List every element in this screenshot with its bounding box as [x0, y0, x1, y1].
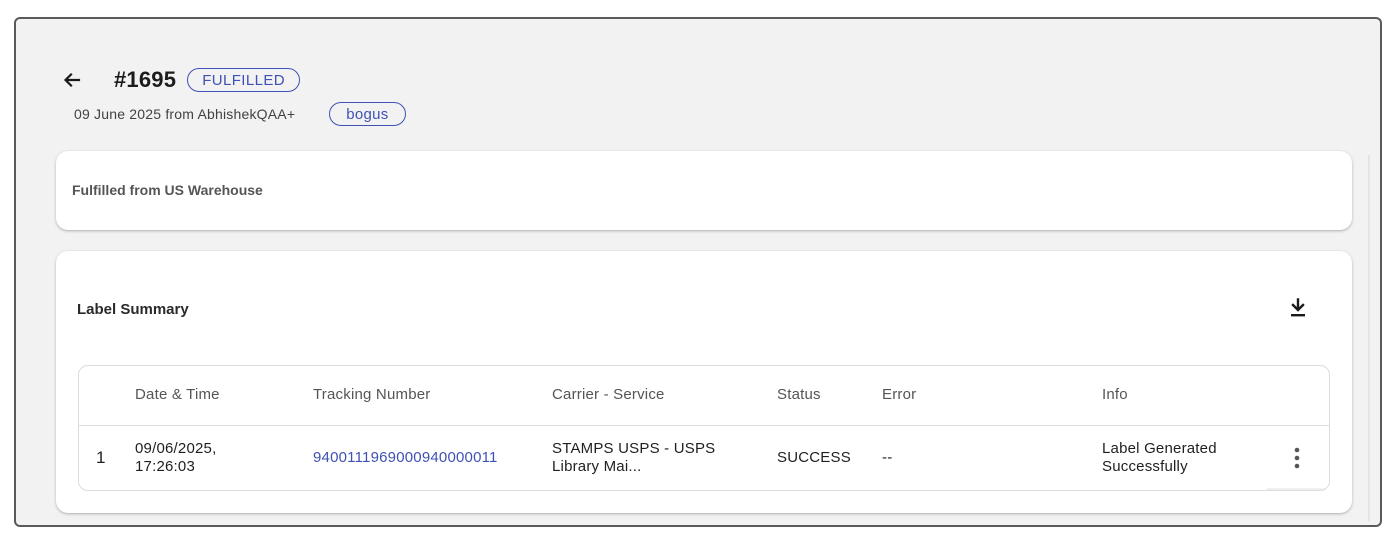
order-detail-window: #1695 FULFILLED 09 June 2025 from Abhish… [14, 17, 1382, 527]
row-time: 17:26:03 [135, 458, 195, 475]
download-button[interactable] [1286, 296, 1310, 320]
row-date-time: 09/06/2025, 17:26:03 [135, 440, 216, 476]
order-date-source: 09 June 2025 from AbhishekQAA+ [74, 106, 296, 122]
row-index: 1 [96, 448, 106, 467]
order-header: #1695 FULFILLED [60, 65, 300, 95]
table-header: Date & Time Tracking Number Carrier - Se… [79, 366, 1329, 426]
row-carrier: STAMPS USPS - USPS [552, 440, 716, 457]
row-carrier-service: STAMPS USPS - USPS Library Mai... [552, 440, 715, 476]
row-actions-button[interactable] [1283, 442, 1311, 474]
label-table: Date & Time Tracking Number Carrier - Se… [78, 365, 1330, 491]
row-date: 09/06/2025, [135, 440, 217, 457]
tracking-number-link[interactable]: 9400111969000940000011 [313, 449, 498, 467]
row-info-line2: Successfully [1102, 458, 1188, 475]
row-error: -- [882, 449, 893, 466]
download-icon [1291, 298, 1305, 317]
column-header-error: Error [882, 386, 917, 403]
back-button[interactable] [60, 68, 84, 92]
label-summary-card: Label Summary Date & Time Tracking Numbe… [56, 251, 1352, 513]
tag-chip[interactable]: bogus [329, 102, 406, 126]
column-header-info: Info [1102, 386, 1128, 403]
column-header-tracking-number: Tracking Number [313, 386, 431, 403]
arrow-left-icon [63, 72, 81, 88]
table-row: 1 09/06/2025, 17:26:03 94001119690009400… [79, 426, 1329, 490]
fulfillment-card: Fulfilled from US Warehouse [56, 151, 1352, 230]
sticky-column-shadow [1267, 488, 1329, 490]
row-service: Library Mai... [552, 458, 642, 475]
row-info-line1: Label Generated [1102, 440, 1217, 457]
row-info: Label Generated Successfully [1102, 440, 1217, 476]
order-subtitle: 09 June 2025 from AbhishekQAA+ bogus [74, 102, 406, 126]
status-badge: FULFILLED [187, 68, 300, 92]
order-number: #1695 [114, 67, 177, 92]
row-status: SUCCESS [777, 449, 851, 466]
label-summary-title: Label Summary [77, 301, 189, 318]
more-vertical-icon [1294, 447, 1300, 469]
column-header-date-time: Date & Time [135, 386, 220, 403]
fulfillment-location: Fulfilled from US Warehouse [72, 182, 263, 198]
column-header-carrier-service: Carrier - Service [552, 386, 665, 403]
scrollbar-track[interactable] [1368, 155, 1370, 521]
column-header-status: Status [777, 386, 821, 403]
